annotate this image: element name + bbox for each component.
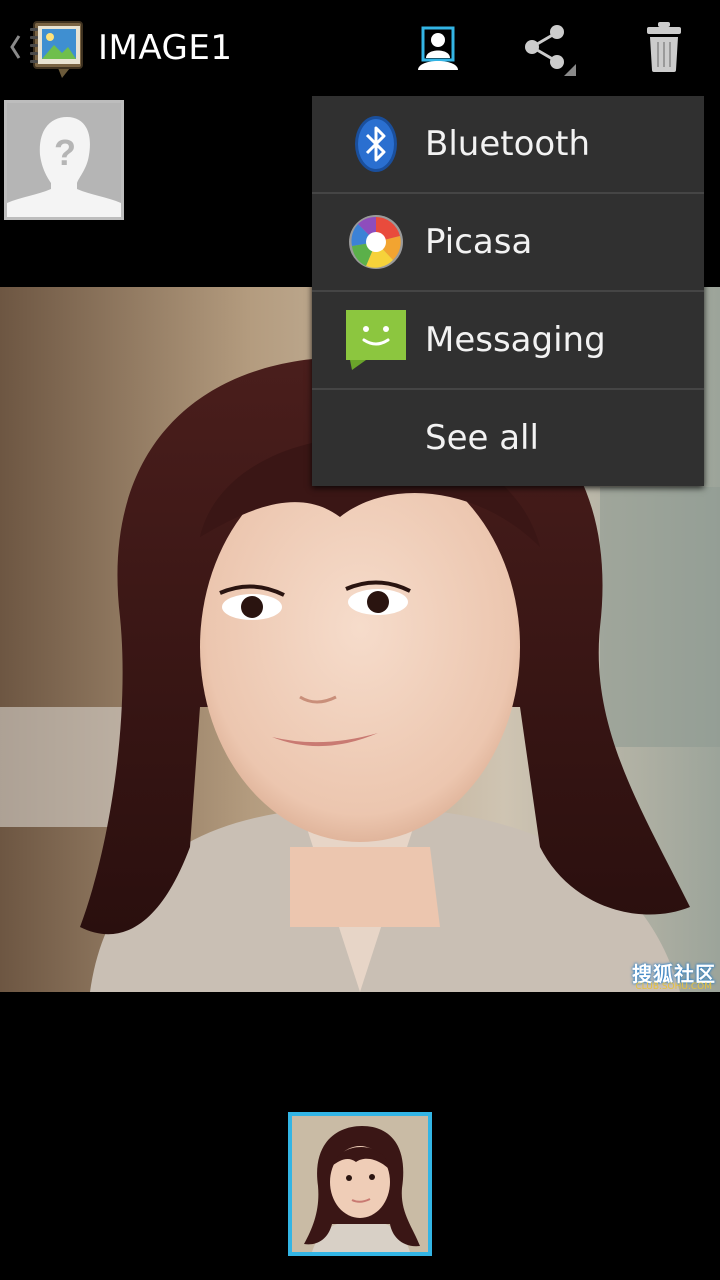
unknown-person-icon: ? (7, 103, 121, 217)
picasa-icon (349, 215, 403, 269)
share-menu-item-bluetooth[interactable]: Bluetooth (312, 96, 704, 192)
trash-icon[interactable] (634, 18, 694, 78)
share-menu-label: Messaging (425, 320, 606, 360)
action-bar: IMAGE1 (0, 0, 720, 96)
share-menu-label: Picasa (425, 222, 533, 262)
filmstrip-thumbnail[interactable] (288, 1112, 432, 1256)
gallery-app-icon (30, 21, 83, 78)
svg-text:?: ? (54, 132, 76, 173)
contact-placeholder-avatar[interactable]: ? (4, 100, 124, 220)
thumbnail-photo (292, 1116, 428, 1252)
back-caret-icon (10, 35, 21, 59)
share-icon[interactable] (518, 18, 578, 78)
contact-icon[interactable] (410, 18, 470, 78)
bluetooth-icon (355, 116, 397, 172)
gallery-photo-screen: IMAGE1 ? 搜狐社区 CLUB.SOHU.COM Bluetooth Pi… (0, 0, 720, 1280)
messaging-icon (346, 310, 406, 370)
share-menu-item-messaging[interactable]: Messaging (312, 292, 704, 388)
photo-watermark-sub: CLUB.SOHU.COM (635, 982, 712, 992)
page-title: IMAGE1 (98, 28, 233, 68)
share-menu-item-see-all[interactable]: See all (312, 390, 704, 486)
share-popup-menu: Bluetooth Picasa Messaging See all (312, 96, 704, 486)
share-menu-item-picasa[interactable]: Picasa (312, 194, 704, 290)
share-menu-label: See all (425, 418, 539, 458)
share-menu-label: Bluetooth (425, 124, 591, 164)
up-navigation-button[interactable]: IMAGE1 (0, 0, 233, 96)
